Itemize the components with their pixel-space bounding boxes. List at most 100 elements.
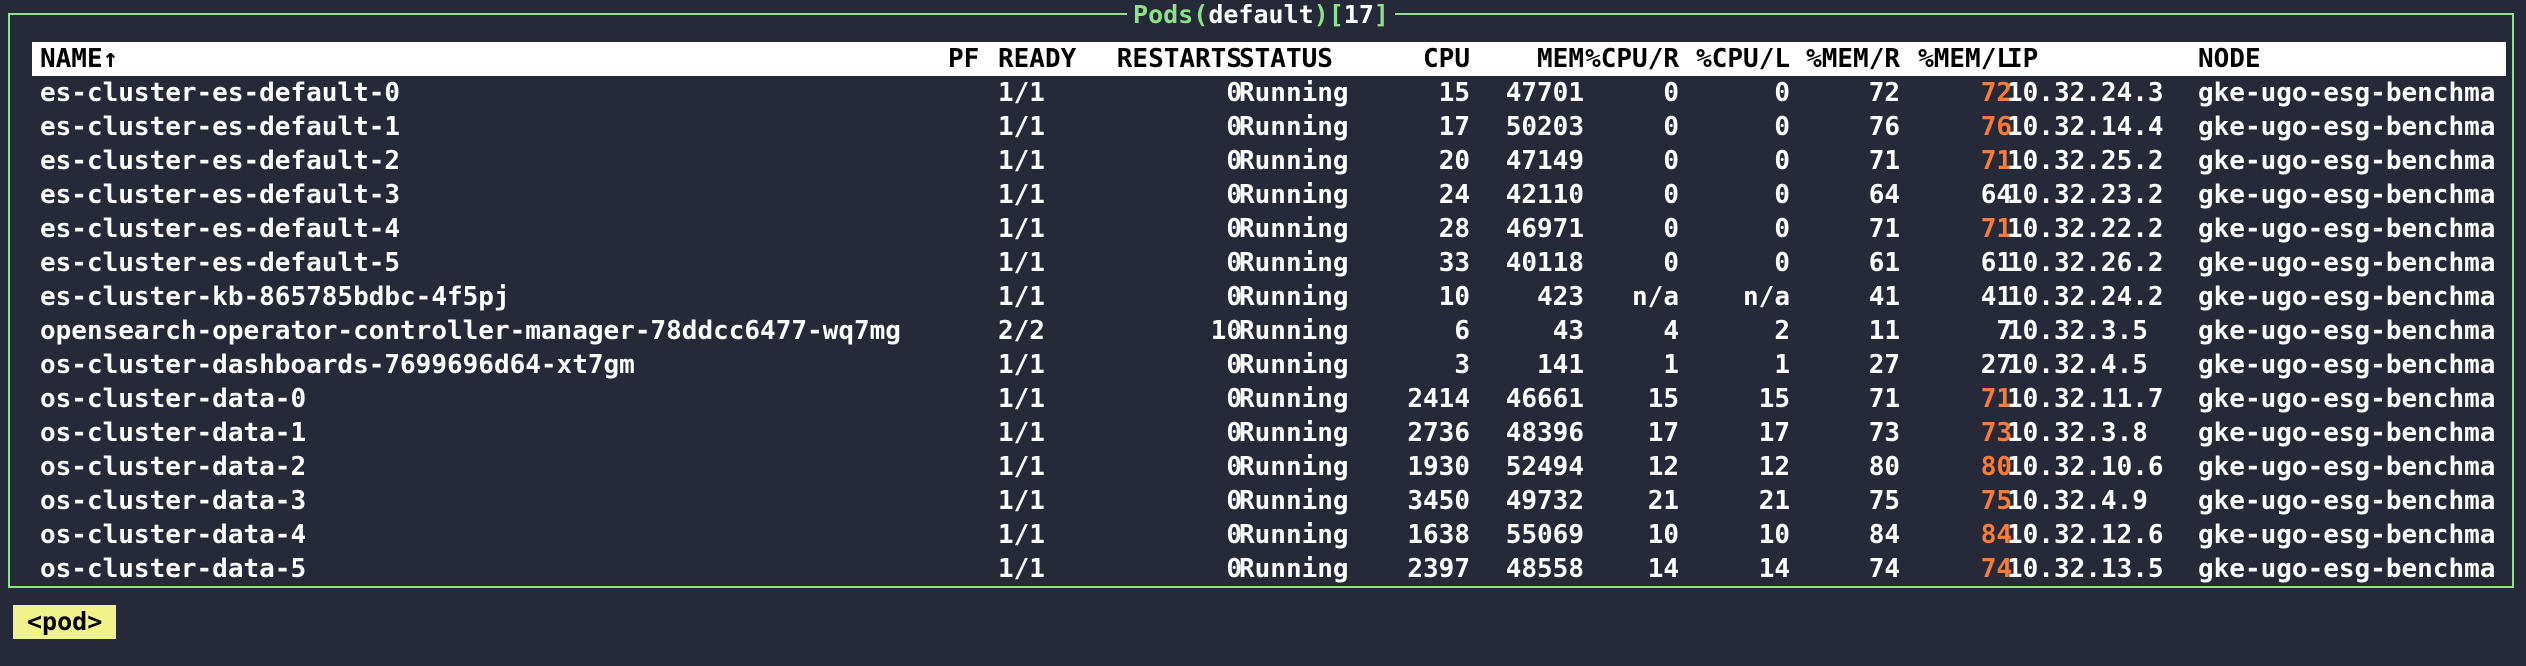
pod-mem-l: 71 [1980,214,2012,244]
pod-cpu: 1638 [1407,520,1470,550]
pod-restarts: 0 [1226,384,1242,414]
pod-ip: 10.32.24.3 [2007,78,2164,108]
column-header-cpu[interactable]: CPU [1364,42,1470,76]
pod-mem: 55069 [1505,520,1584,550]
pod-ready: 1/1 [998,520,1045,550]
breadcrumb-pod[interactable]: <pod> [13,605,117,639]
pod-mem: 48558 [1505,554,1584,584]
pod-mem-r: 76 [1868,112,1900,142]
pod-cpu: 1930 [1407,452,1470,482]
pod-ready: 1/1 [998,180,1045,210]
pod-status: Running [1239,316,1349,346]
pod-cpu-l: 1 [1774,350,1790,380]
pod-mem: 50203 [1505,112,1584,142]
pod-ready: 1/1 [998,554,1045,584]
pod-cpu-l: 21 [1758,486,1790,516]
pod-cpu-l: 12 [1758,452,1790,482]
pod-status: Running [1239,282,1349,312]
title-count: 17 [1343,0,1374,29]
table-row[interactable]: os-cluster-dashboards-7699696d64-xt7gm 1/… [32,348,2506,382]
column-header-restarts[interactable]: RESTARTS [1092,42,1242,76]
pod-node: gke-ugo-esg-benchma [2198,384,2496,414]
column-header-ip[interactable]: IP [2007,42,2197,76]
table-row[interactable]: os-cluster-data-4 1/1 0 Running 1638 55069 10 1… [32,518,2506,552]
pod-cpu: 17 [1438,112,1470,142]
pod-ip: 10.32.25.2 [2007,146,2164,176]
pod-mem-r: 74 [1868,554,1900,584]
column-header-cpu-l[interactable]: %CPU/L [1687,42,1790,76]
pod-ip: 10.32.4.9 [2007,486,2148,516]
pod-cpu: 3450 [1407,486,1470,516]
column-header-node[interactable]: NODE [2198,42,2503,76]
table-row[interactable]: es-cluster-kb-865785bdbc-4f5pj 1/1 0 Runnin… [32,280,2506,314]
column-header-mem-l[interactable]: %MEM/L [1902,42,2012,76]
pod-node: gke-ugo-esg-benchma [2198,282,2496,312]
column-header-pf[interactable]: PF [948,42,998,76]
table-row[interactable]: es-cluster-es-default-3 1/1 0 Running 24 4211… [32,178,2506,212]
pod-mem-r: 11 [1868,316,1900,346]
column-header-ready[interactable]: READY [998,42,1088,76]
pod-name: os-cluster-data-0 [40,384,307,414]
pod-name: es-cluster-es-default-3 [40,180,401,210]
pod-mem-l: 72 [1980,78,2012,108]
pod-cpu-r: 0 [1663,112,1679,142]
pod-mem: 40118 [1505,248,1584,278]
pod-node: gke-ugo-esg-benchma [2198,316,2496,346]
pod-cpu-r: 0 [1663,214,1679,244]
table-row[interactable]: es-cluster-es-default-0 1/1 0 Running 15 4770… [32,76,2506,110]
table-row[interactable]: os-cluster-data-1 1/1 0 Running 2736 48396 17 1… [32,416,2506,450]
pod-mem-l: 73 [1980,418,2012,448]
pod-mem-r: 84 [1868,520,1900,550]
pod-mem-l: 71 [1980,146,2012,176]
pod-mem-r: 27 [1868,350,1900,380]
column-header-status[interactable]: STATUS [1239,42,1369,76]
table-row[interactable]: os-cluster-data-0 1/1 0 Running 2414 46661 15 1… [32,382,2506,416]
pod-name: es-cluster-es-default-1 [40,112,401,142]
pod-restarts: 0 [1226,452,1242,482]
column-header-mem[interactable]: MEM [1472,42,1584,76]
pod-mem-l: 7 [1996,316,2012,346]
pod-ready: 1/1 [998,214,1045,244]
pod-ready: 1/1 [998,146,1045,176]
pod-status: Running [1239,112,1349,142]
pod-cpu-l: 17 [1758,418,1790,448]
pod-status: Running [1239,554,1349,584]
pod-cpu-r: 0 [1663,78,1679,108]
table-row[interactable]: es-cluster-es-default-1 1/1 0 Running 17 5020… [32,110,2506,144]
column-header-name[interactable]: NAME↑ [40,42,940,76]
table-row[interactable]: es-cluster-es-default-2 1/1 0 Running 20 4714… [32,144,2506,178]
pod-mem: 47701 [1505,78,1584,108]
pod-cpu-r: 0 [1663,146,1679,176]
table-row[interactable]: os-cluster-data-5 1/1 0 Running 2397 48558 14 1… [32,552,2506,586]
pod-cpu-r: n/a [1632,282,1679,312]
pod-status: Running [1239,384,1349,414]
pod-name: es-cluster-es-default-5 [40,248,401,278]
pod-cpu-l: 14 [1758,554,1790,584]
pod-restarts: 0 [1226,112,1242,142]
column-header-cpu-r[interactable]: %CPU/R [1577,42,1679,76]
pod-mem: 423 [1537,282,1584,312]
pod-restarts: 0 [1226,282,1242,312]
table-row[interactable]: os-cluster-data-2 1/1 0 Running 1930 52494 12 1… [32,450,2506,484]
table-row[interactable]: os-cluster-data-3 1/1 0 Running 3450 49732 21 2… [32,484,2506,518]
pod-status: Running [1239,350,1349,380]
pod-mem: 46661 [1505,384,1584,414]
pod-name: os-cluster-data-2 [40,452,307,482]
pod-mem-r: 73 [1868,418,1900,448]
table-row[interactable]: opensearch-operator-controller-manager-7… [32,314,2506,348]
pod-mem: 46971 [1505,214,1584,244]
pod-node: gke-ugo-esg-benchma [2198,520,2496,550]
pod-ip: 10.32.22.2 [2007,214,2164,244]
pod-ready: 1/1 [998,384,1045,414]
pod-node: gke-ugo-esg-benchma [2198,112,2496,142]
pod-restarts: 0 [1226,180,1242,210]
table-row[interactable]: es-cluster-es-default-5 1/1 0 Running 33 4011… [32,246,2506,280]
column-header-mem-r[interactable]: %MEM/R [1797,42,1900,76]
pod-node: gke-ugo-esg-benchma [2198,350,2496,380]
pod-ready: 1/1 [998,112,1045,142]
pod-ip: 10.32.24.2 [2007,282,2164,312]
pod-restarts: 0 [1226,350,1242,380]
table-row[interactable]: es-cluster-es-default-4 1/1 0 Running 28 4697… [32,212,2506,246]
pod-cpu-r: 1 [1663,350,1679,380]
pod-status: Running [1239,486,1349,516]
